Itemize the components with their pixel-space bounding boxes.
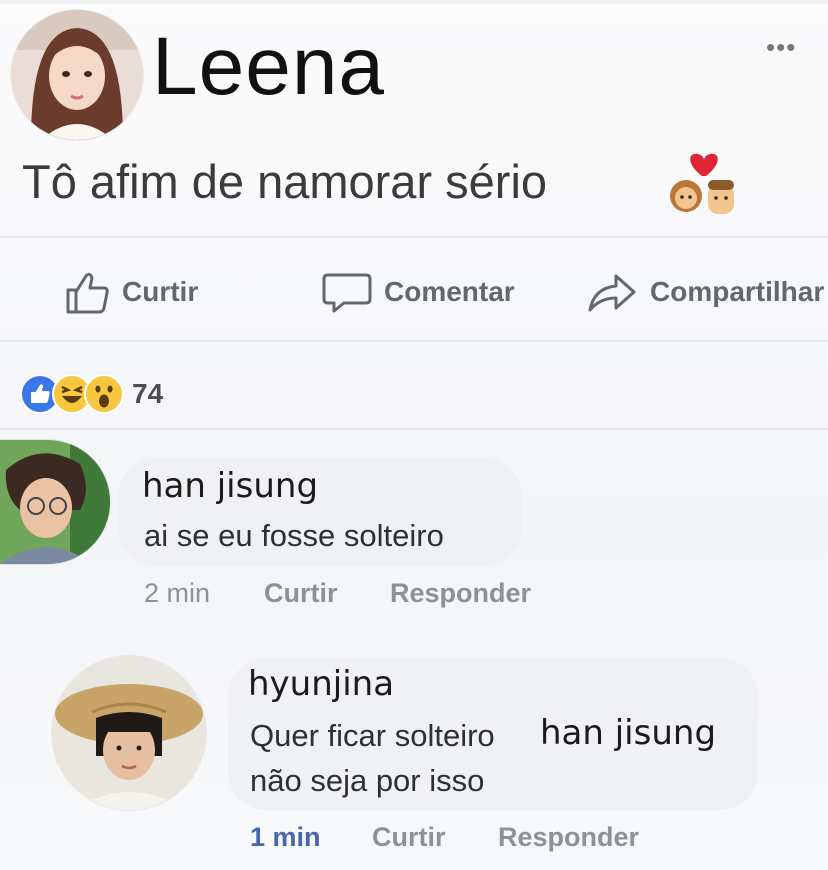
share-label: Compartilhar <box>650 276 825 307</box>
top-strip <box>0 0 828 4</box>
comment-like-link[interactable]: Curtir <box>264 578 338 609</box>
reaction-count: 74 <box>132 378 164 409</box>
comment-timestamp[interactable]: 2 min <box>144 578 210 609</box>
share-arrow-icon <box>588 274 636 312</box>
more-options-icon[interactable]: ••• <box>766 34 796 60</box>
commenter-avatar[interactable] <box>52 656 206 810</box>
comment-button[interactable]: Comentar <box>322 268 515 316</box>
comment-author[interactable]: hyunjina <box>248 664 394 704</box>
couple-with-heart-icon <box>666 150 738 218</box>
commenter-avatar[interactable] <box>0 440 110 564</box>
divider <box>0 236 828 238</box>
author-name[interactable]: Leena <box>152 26 385 108</box>
comment-author[interactable]: han jisung <box>142 466 318 506</box>
like-label: Curtir <box>122 276 199 307</box>
comment-text: não seja por isso <box>250 763 485 798</box>
facebook-post: Leena ••• Tô afim de namorar sério Curti… <box>0 0 828 870</box>
share-button[interactable]: Compartilhar <box>586 268 824 316</box>
divider <box>0 428 828 430</box>
wow-reaction-icon <box>84 374 124 414</box>
thumbs-up-icon <box>66 272 109 314</box>
author-avatar[interactable] <box>11 10 143 140</box>
comment-mention[interactable]: han jisung <box>540 713 716 753</box>
speech-bubble-icon <box>322 273 372 313</box>
comment-reply-link[interactable]: Responder <box>498 822 639 853</box>
comment-label: Comentar <box>384 276 515 307</box>
divider <box>0 340 828 342</box>
comment-timestamp[interactable]: 1 min <box>250 822 321 853</box>
comment-text: Quer ficar solteiro <box>250 718 495 753</box>
comment-like-link[interactable]: Curtir <box>372 822 446 853</box>
like-button[interactable]: Curtir <box>64 268 198 316</box>
comment-text: ai se eu fosse solteiro <box>144 518 444 553</box>
comment-reply-link[interactable]: Responder <box>390 578 531 609</box>
post-text: Tô afim de namorar sério <box>22 155 548 208</box>
reactions-summary[interactable]: 74 <box>20 372 163 416</box>
